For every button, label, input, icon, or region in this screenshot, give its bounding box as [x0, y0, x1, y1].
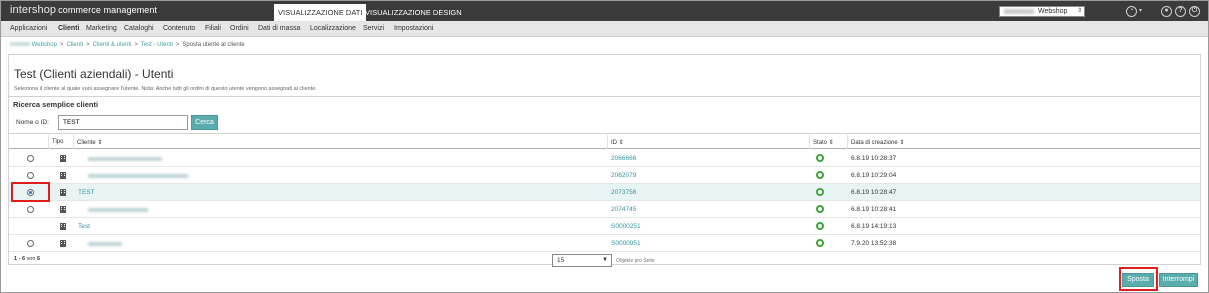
page-size-label: Objekte pro Seite — [616, 258, 655, 264]
select-radio[interactable] — [27, 240, 34, 247]
column-header-status[interactable]: Stato ⇕ — [813, 139, 834, 146]
search-button[interactable]: Cerca — [191, 115, 218, 130]
status-active-icon — [816, 239, 824, 247]
main-panel: Test (Clienti aziendali) - Utenti Selezi… — [8, 54, 1201, 267]
paging-info: 1 - 6 von 6 — [14, 256, 41, 262]
table-row: S0000951 7.9.20 13:52:38 — [9, 235, 1200, 252]
chevron-down-icon[interactable]: ▾ — [1139, 7, 1142, 14]
customer-id-link[interactable]: 2074745 — [611, 206, 636, 213]
breadcrumb-item[interactable]: Webshop — [32, 42, 57, 48]
tab-data-view[interactable]: VISUALIZZAZIONE DATI — [274, 4, 367, 21]
select-radio[interactable] — [27, 172, 34, 179]
highlight-box-move — [1119, 267, 1158, 291]
customer-name-redacted[interactable] — [88, 242, 122, 246]
menu-item-dati-di-massa[interactable]: Dati di massa — [258, 25, 300, 32]
customer-name-redacted[interactable] — [88, 208, 148, 212]
company-icon — [60, 189, 66, 196]
company-icon — [60, 155, 66, 162]
menu-item-applicazioni[interactable]: Applicazioni — [10, 25, 47, 32]
breadcrumb: Webshop > Clienti > Clienti & utenti > Test - … — [10, 42, 245, 48]
menu-item-impostazioni[interactable]: Impostazioni — [394, 25, 433, 32]
table-row: 2066666 6.8.19 10:28:37 — [9, 150, 1200, 167]
select-radio[interactable] — [27, 206, 34, 213]
simple-search: Ricerca semplice clienti Nome o ID: Cerc… — [9, 96, 1200, 134]
customer-id-link[interactable]: 2062079 — [611, 172, 636, 179]
search-input[interactable] — [58, 115, 188, 130]
table-row: Test S0000251 6.8.19 14:19:13 — [9, 218, 1200, 235]
chevron-down-icon: ▼ — [602, 257, 608, 263]
status-active-icon — [816, 205, 824, 213]
search-heading: Ricerca semplice clienti — [13, 100, 99, 109]
search-label: Nome o ID: — [16, 119, 49, 126]
brand-logo: intershop commerce management — [10, 4, 158, 16]
table-header: Tipo Cliente ⇕ ID ⇕ Stato ⇕ Data di crea… — [9, 135, 1200, 149]
status-active-icon — [816, 188, 824, 196]
menu-item-ordini[interactable]: Ordini — [230, 25, 249, 32]
page-description: Seleziona il cliente al quale vuoi asseg… — [14, 86, 317, 92]
customer-id-link[interactable]: 2073756 — [611, 189, 636, 196]
breadcrumb-item[interactable]: Clienti & utenti — [93, 42, 132, 48]
created-date: 6.8.19 10:29:04 — [851, 172, 897, 179]
customer-id-link[interactable]: 2066666 — [611, 155, 636, 162]
company-icon — [60, 240, 66, 247]
column-header-customer[interactable]: Cliente ⇕ — [77, 139, 102, 146]
created-date: 7.9.20 13:52:38 — [851, 240, 897, 247]
table-row-selected: TEST 2073756 6.8.19 10:28:47 — [9, 184, 1200, 201]
customer-id-link[interactable]: S0000951 — [611, 240, 641, 247]
breadcrumb-item[interactable]: Test - Utenti — [141, 42, 173, 48]
page-title: Test (Clienti aziendali) - Utenti — [14, 67, 174, 81]
column-header-type: Tipo — [52, 139, 64, 145]
menu-item-contenuto[interactable]: Contenuto — [163, 25, 195, 32]
menu-item-filiali[interactable]: Filiali — [205, 25, 221, 32]
created-date: 6.8.19 10:28:47 — [851, 189, 897, 196]
user-icon[interactable]: ● — [1161, 6, 1172, 17]
tab-design-view[interactable]: VISUALIZZAZIONE DESIGN — [361, 4, 466, 21]
customer-id-link[interactable]: S0000251 — [611, 223, 641, 230]
customer-name-redacted[interactable] — [88, 174, 188, 178]
company-icon — [60, 223, 66, 230]
site-select[interactable]: Webshop ⇕ — [999, 6, 1085, 17]
column-header-id[interactable]: ID ⇕ — [611, 139, 624, 146]
customer-name-redacted[interactable] — [88, 157, 162, 161]
table-row: 2062079 6.8.19 10:29:04 — [9, 167, 1200, 184]
logout-icon[interactable]: ⏻ — [1189, 6, 1200, 17]
customer-name-link[interactable]: Test — [78, 223, 90, 230]
gauge-icon[interactable]: ◔ — [1126, 6, 1137, 17]
menu-item-cataloghi[interactable]: Cataloghi — [124, 25, 154, 32]
status-active-icon — [816, 171, 824, 179]
menu-item-servizi[interactable]: Servizi — [363, 25, 384, 32]
cancel-button[interactable]: Interrompi — [1159, 273, 1198, 287]
created-date: 6.8.19 14:19:13 — [851, 223, 897, 230]
breadcrumb-current: Sposta utente al cliente — [182, 42, 245, 48]
menu-item-clienti[interactable]: Clienti — [58, 25, 79, 32]
customer-name-link[interactable]: TEST — [78, 189, 95, 196]
menu-item-marketing[interactable]: Marketing — [86, 25, 117, 32]
created-date: 6.8.19 10:28:37 — [851, 155, 897, 162]
main-menu: Applicazioni Clienti Marketing Cataloghi… — [1, 21, 1208, 37]
help-icon[interactable]: ? — [1175, 6, 1186, 17]
highlight-box-radio — [11, 182, 50, 202]
menu-item-localizzazione[interactable]: Localizzazione — [310, 25, 356, 32]
created-date: 6.8.19 10:28:41 — [851, 206, 897, 213]
company-icon — [60, 206, 66, 213]
status-active-icon — [816, 154, 824, 162]
company-icon — [60, 172, 66, 179]
status-active-icon — [816, 222, 824, 230]
page-size-select[interactable]: 15 ▼ — [552, 254, 612, 267]
select-radio[interactable] — [27, 155, 34, 162]
select-arrows-icon: ⇕ — [1076, 8, 1082, 14]
column-header-created[interactable]: Data di creazione ⇕ — [851, 139, 904, 146]
breadcrumb-item[interactable]: Clienti — [66, 42, 83, 48]
top-bar: intershop commerce management VISUALIZZAZ… — [1, 1, 1208, 21]
table-row: 2074745 6.8.19 10:28:41 — [9, 201, 1200, 218]
